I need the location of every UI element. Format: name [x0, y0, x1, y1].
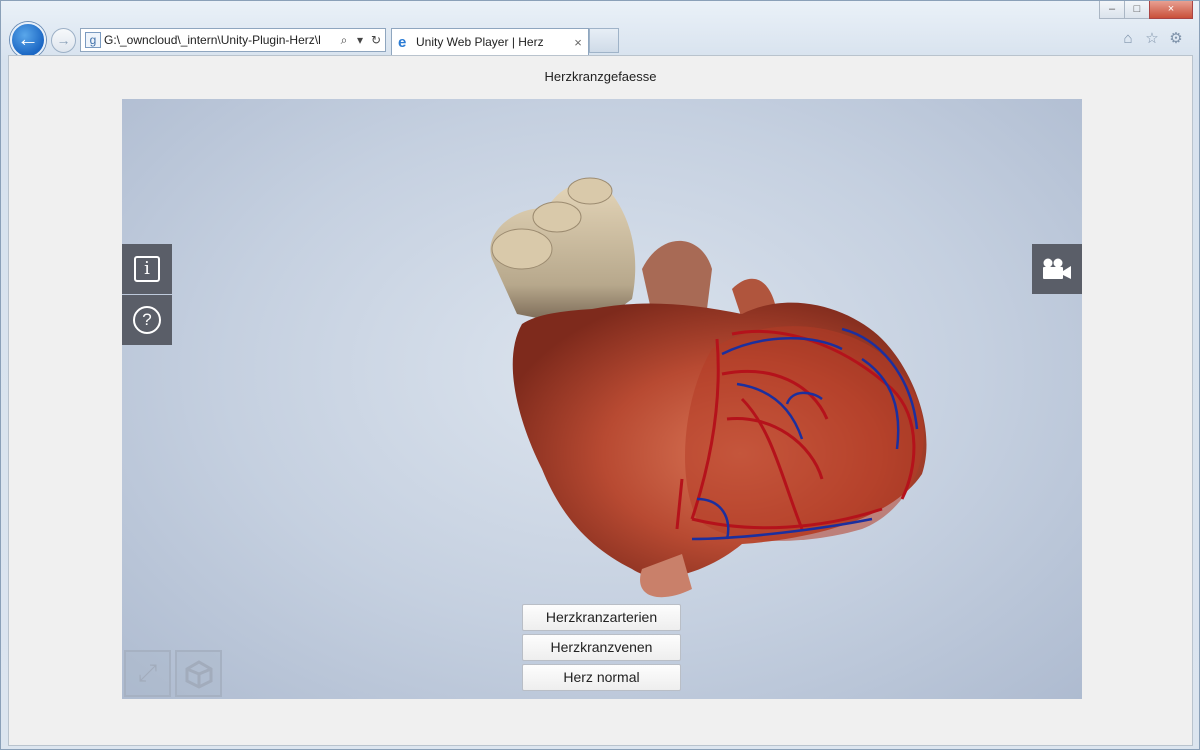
camera-icon — [1043, 258, 1071, 279]
page-title: Herzkranzgefaesse — [544, 69, 657, 84]
close-window-button[interactable]: × — [1149, 1, 1193, 19]
maximize-button[interactable]: □ — [1124, 1, 1150, 19]
refresh-icon[interactable]: ↻ — [368, 33, 384, 47]
search-icon[interactable]: ⌕ — [336, 33, 352, 48]
herzkranzvenen-button[interactable]: Herzkranzvenen — [522, 634, 681, 661]
browser-window: – □ × ← → g G:\_owncloud\_intern\Unity-P… — [0, 0, 1200, 750]
player-corner-controls: ⤢ — [122, 648, 224, 699]
forward-arrow-icon: → — [56, 32, 71, 48]
home-icon[interactable]: ⌂ — [1119, 30, 1137, 48]
fullscreen-button[interactable]: ⤢ — [124, 650, 171, 697]
herz-normal-button[interactable]: Herz normal — [522, 664, 681, 691]
info-icon: i — [134, 256, 160, 282]
info-button[interactable]: i — [122, 244, 172, 294]
help-button[interactable]: ? — [122, 295, 172, 345]
forward-button[interactable]: → — [51, 28, 76, 53]
unity-logo-button[interactable] — [175, 650, 222, 697]
gear-icon[interactable]: ⚙ — [1167, 30, 1185, 48]
unity-player[interactable]: i ? ⤢ Herzkranzarterien Herzkranzvenen H… — [122, 99, 1082, 699]
chevron-down-icon[interactable]: ▾ — [352, 33, 368, 47]
unity-logo-icon — [185, 659, 212, 689]
minimize-button[interactable]: – — [1099, 1, 1125, 19]
back-arrow-icon: ← — [17, 26, 39, 51]
new-tab-button[interactable] — [589, 28, 619, 53]
tab-unity-web-player[interactable]: e Unity Web Player | Herz × — [391, 28, 589, 55]
back-button[interactable]: ← — [10, 22, 46, 58]
close-tab-icon[interactable]: × — [568, 35, 588, 50]
address-bar[interactable]: g G:\_owncloud\_intern\Unity-Plugin-Herz… — [80, 28, 386, 52]
ie-icon: e — [398, 33, 407, 51]
browser-toolbar-icons: ⌂ ☆ ⚙ — [1119, 30, 1185, 48]
view-button-group: Herzkranzarterien Herzkranzvenen Herz no… — [522, 604, 681, 691]
fullscreen-icon: ⤢ — [137, 659, 158, 687]
window-controls: – □ × — [1099, 1, 1193, 21]
help-icon: ? — [133, 306, 161, 334]
file-icon: g — [85, 32, 101, 48]
address-text[interactable]: G:\_owncloud\_intern\Unity-Plugin-Herz\l — [104, 33, 336, 47]
star-icon[interactable]: ☆ — [1143, 30, 1161, 48]
page-content: Herzkranzgefaesse i ? ⤢ Herzkranzarterie… — [8, 55, 1193, 746]
herzkranzarterien-button[interactable]: Herzkranzarterien — [522, 604, 681, 631]
camera-button[interactable] — [1032, 244, 1082, 294]
tab-title: Unity Web Player | Herz — [416, 35, 544, 49]
